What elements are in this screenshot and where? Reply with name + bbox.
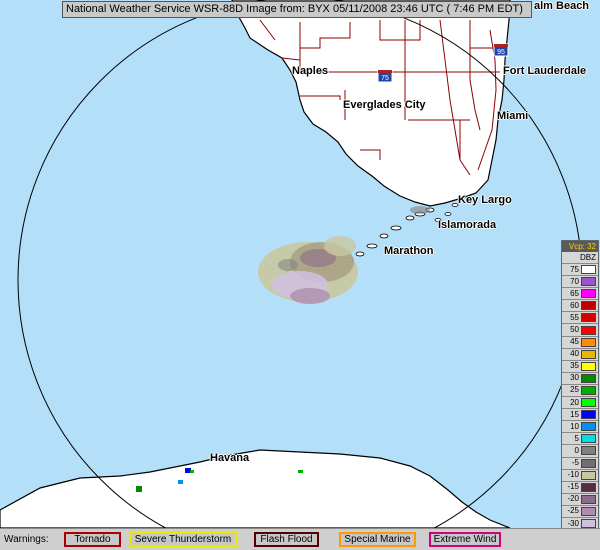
legend-row-label: 5 xyxy=(574,433,579,443)
legend-row: 55 xyxy=(562,311,598,323)
legend-swatch xyxy=(581,337,596,347)
legend-row: 30 xyxy=(562,371,598,384)
warning-flash-flood[interactable]: Flash Flood xyxy=(254,532,319,547)
legend-swatch xyxy=(581,289,596,299)
legend-row: 25 xyxy=(562,383,598,396)
legend-swatch xyxy=(581,385,596,395)
legend-row-label: 30 xyxy=(570,373,579,383)
legend-unit: DBZ xyxy=(580,253,596,262)
legend-swatch xyxy=(581,301,596,311)
legend-row-label: 55 xyxy=(570,312,579,322)
title-bar: National Weather Service WSR-88D Image f… xyxy=(62,1,532,18)
legend-row: 0 xyxy=(562,444,598,456)
legend-swatch xyxy=(581,398,596,408)
legend-row-label: 50 xyxy=(570,325,579,335)
legend-row-label: 10 xyxy=(570,421,579,431)
legend-row-label: 25 xyxy=(570,385,579,395)
legend-row: 65 xyxy=(562,287,598,299)
legend-row-label: 75 xyxy=(570,264,579,274)
legend-swatch xyxy=(581,325,596,335)
city-palm-beach: alm Beach xyxy=(534,0,590,12)
warning-extreme-wind[interactable]: Extreme Wind xyxy=(429,532,501,547)
legend-swatch xyxy=(581,265,596,275)
legend-row-label: -25 xyxy=(567,506,579,516)
legend-row: -20 xyxy=(562,492,598,505)
legend-swatch xyxy=(581,458,596,468)
i75-shield: 75 xyxy=(377,69,393,83)
legend-swatch xyxy=(581,482,596,492)
legend-row-label: 40 xyxy=(570,349,579,359)
legend-vcp: Vcp: 32 xyxy=(562,241,598,252)
legend-row: -5 xyxy=(562,456,598,469)
legend-row: -10 xyxy=(562,468,598,481)
legend-row: 15 xyxy=(562,408,598,420)
legend-row-label: -5 xyxy=(571,458,579,468)
legend-swatch xyxy=(581,470,596,480)
legend-swatch xyxy=(581,373,596,383)
legend-row-label: -10 xyxy=(567,470,579,480)
legend-swatch xyxy=(581,410,596,420)
city-marathon: Marathon xyxy=(384,245,434,257)
legend-row: -25 xyxy=(562,504,598,517)
city-fort-lauderdale: Fort Lauderdale xyxy=(503,65,587,77)
legend-row-label: -15 xyxy=(567,482,579,492)
legend-row: 60 xyxy=(562,299,598,311)
legend-row: 20 xyxy=(562,396,598,408)
legend-swatch xyxy=(581,434,596,444)
radar-map: 75 95 xyxy=(0,0,600,528)
warning-special-marine[interactable]: Special Marine xyxy=(339,532,416,547)
legend-row-label: 20 xyxy=(570,397,579,407)
legend-row-label: 35 xyxy=(570,361,579,371)
legend-swatch xyxy=(581,361,596,371)
legend-row-label: 0 xyxy=(574,445,579,455)
city-naples: Naples xyxy=(292,65,329,77)
city-miami: Miami xyxy=(497,110,529,122)
legend-row: 40 xyxy=(562,347,598,360)
legend-row: 75 xyxy=(562,263,598,275)
city-everglades-city: Everglades City xyxy=(343,99,426,111)
legend-swatch xyxy=(581,277,596,287)
city-islamorada: Islamorada xyxy=(438,219,497,231)
legend-row-label: 15 xyxy=(570,409,579,419)
legend-row-label: -20 xyxy=(567,494,579,504)
city-havana: Havana xyxy=(210,452,250,464)
legend-swatch xyxy=(581,494,596,504)
city-key-largo: Key Largo xyxy=(458,194,512,206)
legend-row-label: 45 xyxy=(570,337,579,347)
legend-swatch xyxy=(581,349,596,359)
legend-row: 10 xyxy=(562,420,598,432)
legend-swatch xyxy=(581,422,596,432)
warning-tornado[interactable]: Tornado xyxy=(64,532,121,547)
legend-row: 45 xyxy=(562,335,598,348)
legend-row: 50 xyxy=(562,323,598,335)
legend-row-label: 70 xyxy=(570,276,579,286)
legend-row: 5 xyxy=(562,432,598,444)
legend-swatch xyxy=(581,313,596,323)
legend-swatch xyxy=(581,519,596,529)
legend-swatch xyxy=(581,506,596,516)
warnings-bar: Warnings: Tornado Severe Thunderstorm Fl… xyxy=(0,528,600,550)
i95-label: 95 xyxy=(497,49,505,56)
legend-row-label: 60 xyxy=(570,300,579,310)
i75-label: 75 xyxy=(381,75,389,82)
legend-row-label: 65 xyxy=(570,288,579,298)
warnings-label: Warnings: xyxy=(4,534,49,545)
reflectivity-legend: Vcp: 32 DBZ 75 70 65 60 55 50 45 40 35 30 25 20 15 10… xyxy=(561,240,599,543)
legend-row: 70 xyxy=(562,275,598,287)
i95-shield: 95 xyxy=(493,43,509,57)
warning-severe-thunderstorm[interactable]: Severe Thunderstorm xyxy=(129,532,237,547)
legend-row: 35 xyxy=(562,359,598,372)
legend-row: -15 xyxy=(562,480,598,493)
legend-swatch xyxy=(581,446,596,456)
